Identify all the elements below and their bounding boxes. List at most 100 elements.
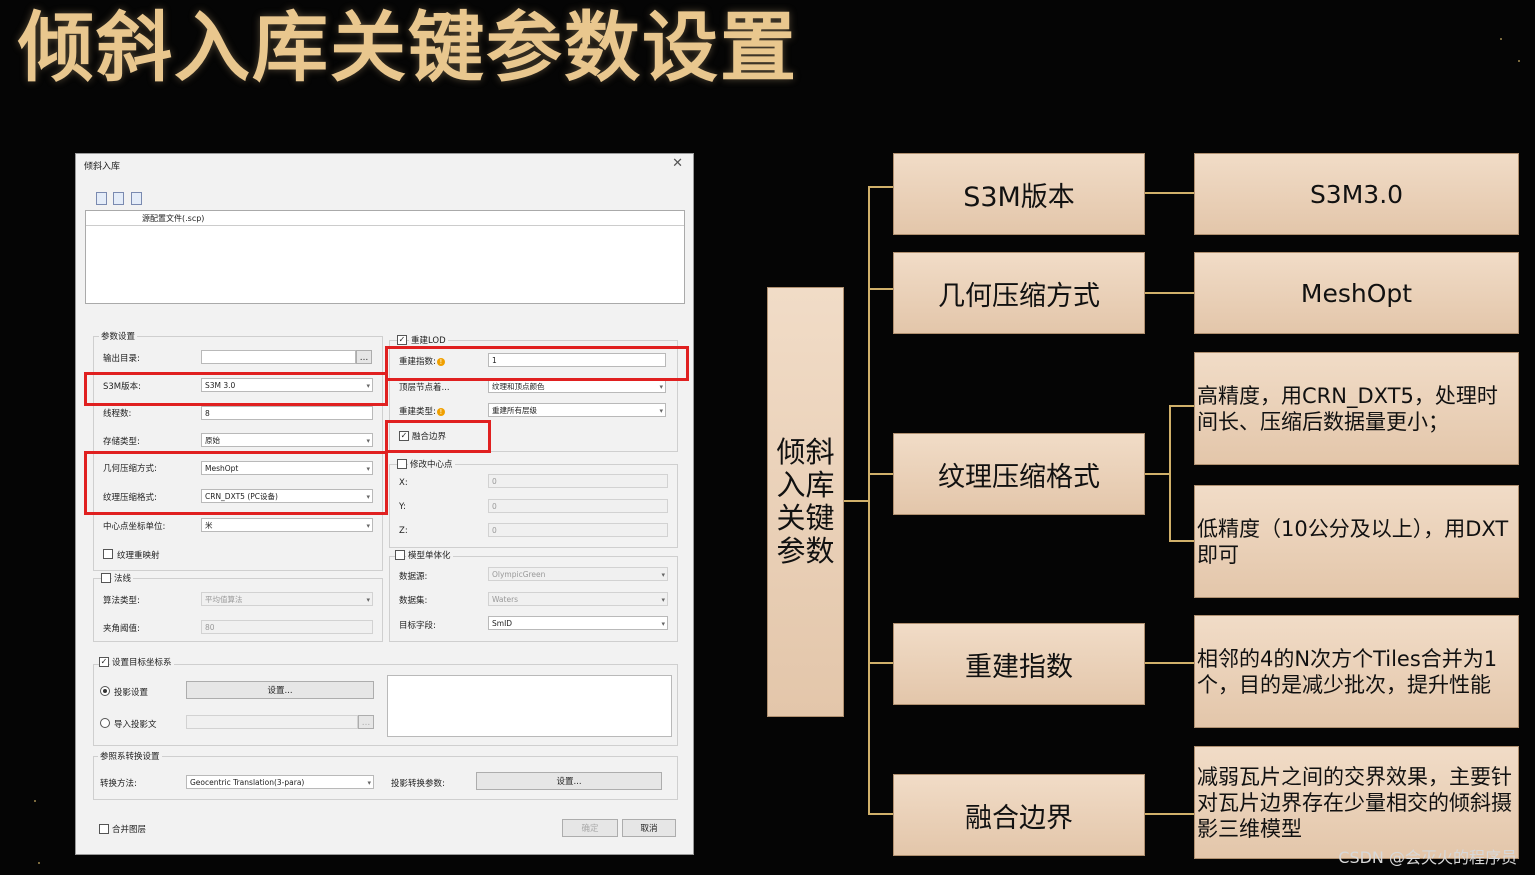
ref-convert-label: 参照系转换设置 [98, 750, 162, 762]
connector-line [1145, 813, 1195, 815]
center-x-input[interactable]: 0 [488, 474, 668, 488]
import-proj-radio[interactable] [100, 718, 110, 728]
modify-center-label: 修改中心点 [408, 458, 455, 470]
proj-convert-params-button[interactable]: 设置... [476, 772, 662, 790]
output-dir-label: 输出目录: [103, 354, 140, 364]
leaf-s3m-version: S3M3.0 [1194, 153, 1519, 235]
modify-center-checkbox[interactable] [397, 459, 407, 469]
target-field-value: SmID [492, 619, 513, 628]
browse-folder-icon[interactable]: … [356, 350, 372, 364]
merge-layers-label: 合并图层 [112, 825, 147, 835]
rebuild-type-label: 重建类型:! [399, 405, 445, 417]
connector-line [1145, 192, 1195, 194]
angle-threshold-input[interactable]: 80 [201, 620, 373, 634]
tex-remap-label: 纹理重映射 [117, 551, 160, 561]
threads-input[interactable]: 8 [201, 406, 373, 420]
target-field-label: 目标字段: [399, 621, 436, 631]
target-coord-checkbox[interactable]: ✓ [99, 657, 109, 667]
file-table-header: 源配置文件(.scp) [86, 211, 684, 226]
sparkle-dot [1500, 38, 1502, 40]
ok-button[interactable]: 确定 [562, 819, 618, 837]
sparkle-dot [34, 800, 36, 802]
center-unit-select[interactable]: 米 ▾ [201, 518, 373, 532]
rebuild-lod-checkbox[interactable]: ✓ [397, 335, 407, 345]
convert-method-select[interactable]: Geocentric Translation(3-para) ▾ [186, 775, 374, 789]
close-icon[interactable]: ✕ [672, 156, 683, 171]
tex-remap-checkbox[interactable] [103, 549, 113, 559]
top-node-value: 纹理和顶点颜色 [492, 382, 545, 391]
chevron-down-icon: ▾ [659, 407, 663, 415]
node-merge-border: 融合边界 [893, 774, 1145, 856]
slide-title: 倾斜入库关键参数设置 [18, 3, 798, 92]
threads-label: 线程数: [103, 409, 132, 419]
algo-type-value: 平均值算法 [205, 595, 243, 604]
datasource-select[interactable]: OlympicGreen ▾ [488, 567, 668, 581]
datasource-label: 数据源: [399, 572, 428, 582]
connector-line [1145, 473, 1170, 475]
storage-type-select[interactable]: 原始 ▾ [201, 433, 373, 447]
connector-line [844, 500, 868, 502]
merge-layers-checkbox[interactable] [99, 824, 109, 834]
watermark: CSDN @会灭火的程序员 [1338, 848, 1517, 867]
import-proj-input[interactable] [186, 715, 358, 729]
node-rebuild-index: 重建指数 [893, 623, 1145, 705]
leaf-rebuild-index: 相邻的4的N次方个Tiles合并为1个，目的是减少批次，提升性能 [1194, 615, 1519, 728]
cancel-button[interactable]: 取消 [622, 819, 676, 837]
model-single-checkbox[interactable] [395, 550, 405, 560]
sparkle-dot [1518, 60, 1520, 62]
output-dir-input[interactable] [201, 350, 356, 364]
warning-icon: ! [436, 407, 445, 416]
proj-settings-label: 投影设置 [114, 688, 149, 698]
rebuild-type-text: 重建类型: [399, 407, 436, 417]
leaf-tex-compress-low: 低精度（10公分及以上），用DXT即可 [1194, 485, 1519, 598]
center-x-label: X: [399, 478, 408, 488]
open-folder-icon[interactable] [113, 192, 124, 205]
node-geom-compress: 几何压缩方式 [893, 252, 1145, 334]
chevron-down-icon: ▾ [366, 596, 370, 604]
connector-line [868, 662, 894, 664]
proj-settings-button[interactable]: 设置... [186, 681, 374, 699]
dialog-title: 倾斜入库 [84, 162, 121, 172]
node-s3m-version: S3M版本 [893, 153, 1145, 235]
rebuild-type-select[interactable]: 重建所有层级 ▾ [488, 403, 666, 417]
chevron-down-icon: ▾ [367, 779, 371, 787]
chevron-down-icon: ▾ [661, 596, 665, 604]
center-z-input[interactable]: 0 [488, 523, 668, 537]
add-file-icon[interactable] [96, 192, 107, 205]
target-field-select[interactable]: SmID ▾ [488, 616, 668, 630]
model-single-label: 模型单体化 [406, 549, 453, 561]
center-y-label: Y: [399, 502, 406, 512]
target-coord-label: 设置目标坐标系 [110, 656, 174, 668]
center-z-label: Z: [399, 526, 408, 536]
convert-method-value: Geocentric Translation(3-para) [190, 778, 305, 787]
normal-checkbox[interactable] [101, 573, 111, 583]
highlight-merge-border [385, 420, 491, 453]
import-proj-label: 导入投影文 [114, 720, 157, 730]
algo-type-select[interactable]: 平均值算法 ▾ [201, 592, 373, 606]
connector-line [868, 288, 894, 290]
proj-info-textarea[interactable] [387, 675, 672, 737]
chevron-down-icon: ▾ [366, 437, 370, 445]
rebuild-type-value: 重建所有层级 [492, 406, 537, 415]
file-table[interactable]: 源配置文件(.scp) [85, 210, 685, 304]
delete-icon[interactable] [131, 192, 142, 205]
leaf-geom-compress: MeshOpt [1194, 252, 1519, 334]
connector-line [868, 473, 894, 475]
top-node-select[interactable]: 纹理和顶点颜色 ▾ [488, 379, 666, 393]
connector-line [1145, 292, 1195, 294]
angle-threshold-label: 夹角阈值: [103, 624, 140, 634]
proj-settings-radio[interactable] [100, 686, 110, 696]
highlight-s3m-version [84, 372, 388, 406]
leaf-tex-compress-high: 高精度，用CRN_DXT5，处理时间长、压缩后数据量更小； [1194, 352, 1519, 465]
chevron-down-icon: ▾ [661, 620, 665, 628]
sparkle-dot [38, 862, 40, 864]
highlight-compression [84, 451, 388, 515]
convert-method-label: 转换方法: [100, 779, 137, 789]
connector-line [1169, 405, 1171, 541]
dataset-select[interactable]: Waters ▾ [488, 592, 668, 606]
node-tex-compress: 纹理压缩格式 [893, 433, 1145, 515]
browse-file-icon[interactable]: … [358, 715, 374, 729]
center-y-input[interactable]: 0 [488, 499, 668, 513]
connector-line [868, 186, 894, 188]
dataset-value: Waters [492, 595, 519, 604]
